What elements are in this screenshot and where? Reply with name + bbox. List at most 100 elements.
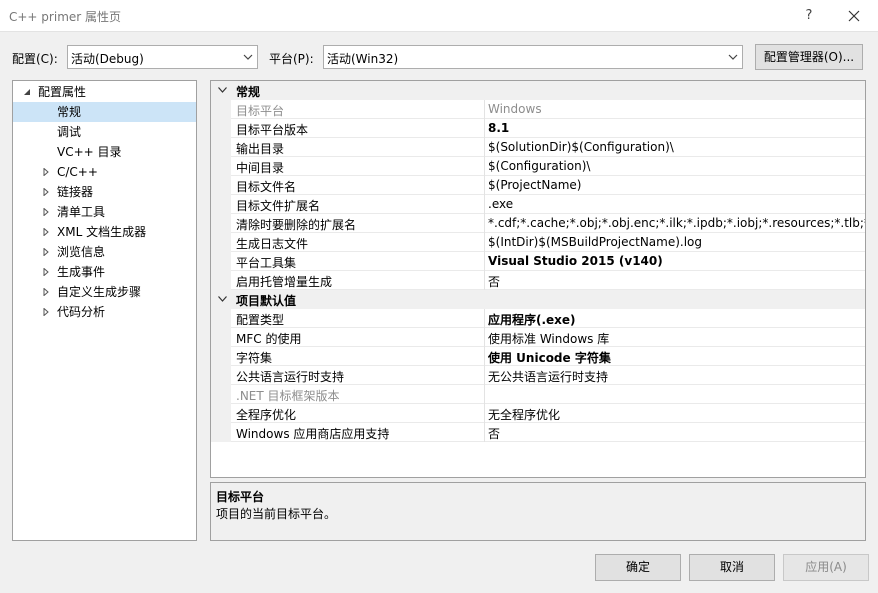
property-value[interactable]: 8.1 — [488, 121, 509, 135]
tree-item[interactable]: 清单工具 — [13, 202, 196, 222]
expand-triangle-icon[interactable] — [42, 242, 52, 262]
property-value[interactable]: $(ProjectName) — [488, 178, 581, 192]
row-gutter — [211, 271, 231, 290]
property-row[interactable]: 输出目录 $(SolutionDir)$(Configuration)\ — [211, 138, 865, 157]
property-value[interactable]: 使用 Unicode 字符集 — [488, 349, 611, 366]
expand-triangle-icon[interactable] — [42, 302, 52, 322]
grid-category-title: 项目默认值 — [236, 294, 297, 308]
property-row[interactable]: 字符集 使用 Unicode 字符集 — [211, 347, 865, 366]
property-name: 字符集 — [236, 351, 273, 365]
platform-dropdown-value: 活动(Win32) — [327, 52, 399, 66]
close-button[interactable] — [840, 5, 868, 27]
property-value[interactable]: 无公共语言运行时支持 — [488, 368, 608, 385]
column-divider — [484, 271, 485, 290]
ok-button[interactable]: 确定 — [595, 554, 681, 581]
property-row[interactable]: 清除时要删除的扩展名 *.cdf;*.cache;*.obj;*.obj.enc;… — [211, 214, 865, 233]
row-gutter — [211, 176, 231, 195]
property-value[interactable]: 使用标准 Windows 库 — [488, 330, 609, 347]
property-name: 目标平台 — [236, 104, 285, 118]
expand-triangle-icon[interactable] — [42, 202, 52, 222]
property-value[interactable]: Windows — [488, 102, 542, 116]
property-name: 启用托管增量生成 — [236, 275, 333, 289]
property-row[interactable]: 目标平台 Windows — [211, 100, 865, 119]
tree-item-label: 调试 — [57, 125, 82, 139]
property-row[interactable]: 中间目录 $(Configuration)\ — [211, 157, 865, 176]
column-divider — [484, 385, 485, 404]
property-row[interactable]: 目标文件名 $(ProjectName) — [211, 176, 865, 195]
tree-item[interactable]: 自定义生成步骤 — [13, 282, 196, 302]
property-value[interactable]: $(IntDir)$(MSBuildProjectName).log — [488, 235, 702, 249]
property-value[interactable]: *.cdf;*.cache;*.obj;*.obj.enc;*.ilk;*.ip… — [488, 216, 865, 230]
tree-root-config-properties[interactable]: 配置属性 — [13, 82, 196, 102]
tree-item[interactable]: 生成事件 — [13, 262, 196, 282]
row-gutter — [211, 309, 231, 328]
property-name: 平台工具集 — [236, 256, 297, 270]
property-row[interactable]: 平台工具集 Visual Studio 2015 (v140) — [211, 252, 865, 271]
expand-triangle-icon[interactable] — [42, 262, 52, 282]
property-row[interactable]: 全程序优化 无全程序优化 — [211, 404, 865, 423]
tree-item-label: XML 文档生成器 — [57, 225, 147, 239]
tree-item-label: VC++ 目录 — [57, 145, 122, 159]
apply-label: 应用(A) — [805, 560, 847, 574]
property-row[interactable]: 目标文件扩展名 .exe — [211, 195, 865, 214]
property-row[interactable]: 配置类型 应用程序(.exe) — [211, 309, 865, 328]
property-value[interactable]: 应用程序(.exe) — [488, 311, 576, 328]
tree-item[interactable]: 常规 — [13, 102, 196, 122]
property-row[interactable]: MFC 的使用 使用标准 Windows 库 — [211, 328, 865, 347]
config-dropdown[interactable]: 活动(Debug) — [67, 45, 258, 69]
description-title: 目标平台 — [216, 490, 265, 504]
tree-item[interactable]: 调试 — [13, 122, 196, 142]
property-row[interactable]: 目标平台版本 8.1 — [211, 119, 865, 138]
tree-item[interactable]: 链接器 — [13, 182, 196, 202]
apply-button[interactable]: 应用(A) — [783, 554, 869, 581]
row-gutter — [211, 233, 231, 252]
property-value[interactable]: 否 — [488, 273, 500, 290]
property-row[interactable]: 生成日志文件 $(IntDir)$(MSBuildProjectName).log — [211, 233, 865, 252]
property-row[interactable]: Windows 应用商店应用支持 否 — [211, 423, 865, 442]
expand-triangle-icon[interactable] — [42, 282, 52, 302]
property-row[interactable]: 公共语言运行时支持 无公共语言运行时支持 — [211, 366, 865, 385]
property-row[interactable]: .NET 目标框架版本 — [211, 385, 865, 404]
tree-item[interactable]: 浏览信息 — [13, 242, 196, 262]
config-label: 配置(C): — [12, 52, 58, 66]
row-gutter — [211, 100, 231, 119]
row-gutter — [211, 214, 231, 233]
tree-item[interactable]: C/C++ — [13, 162, 196, 182]
tree-item-label: 清单工具 — [57, 205, 106, 219]
config-manager-button[interactable]: 配置管理器(O)... — [755, 44, 863, 70]
property-value[interactable]: 否 — [488, 425, 500, 442]
tree-item[interactable]: XML 文档生成器 — [13, 222, 196, 242]
grid-category-title: 常规 — [236, 85, 261, 99]
expand-triangle-icon[interactable] — [42, 222, 52, 242]
platform-dropdown[interactable]: 活动(Win32) — [323, 45, 743, 69]
column-divider — [484, 404, 485, 423]
platform-label: 平台(P): — [269, 52, 314, 66]
grid-category[interactable]: 常规 — [211, 81, 865, 100]
property-value[interactable]: $(Configuration)\ — [488, 159, 590, 173]
grid-category[interactable]: 项目默认值 — [211, 290, 865, 309]
property-name: MFC 的使用 — [236, 332, 302, 346]
property-value[interactable]: .exe — [488, 197, 513, 211]
tree-root-label: 配置属性 — [38, 85, 87, 99]
tree-item-label: 自定义生成步骤 — [57, 285, 142, 299]
collapse-chevron-icon[interactable] — [218, 87, 227, 93]
expand-triangle-icon[interactable] — [42, 162, 52, 182]
property-value[interactable]: 无全程序优化 — [488, 406, 560, 423]
collapse-triangle-icon[interactable] — [22, 82, 32, 102]
row-gutter — [211, 195, 231, 214]
property-value[interactable]: $(SolutionDir)$(Configuration)\ — [488, 140, 674, 154]
description-panel: 目标平台 项目的当前目标平台。 — [210, 482, 866, 541]
property-row[interactable]: 启用托管增量生成 否 — [211, 271, 865, 290]
tree-item[interactable]: VC++ 目录 — [13, 142, 196, 162]
expand-triangle-icon[interactable] — [42, 182, 52, 202]
tree-item[interactable]: 代码分析 — [13, 302, 196, 322]
cancel-button[interactable]: 取消 — [689, 554, 775, 581]
property-name: .NET 目标框架版本 — [236, 389, 340, 403]
row-gutter — [211, 138, 231, 157]
column-divider — [484, 195, 485, 214]
property-value[interactable]: Visual Studio 2015 (v140) — [488, 254, 663, 268]
config-manager-label: 配置管理器(O)... — [763, 50, 855, 64]
help-button[interactable]: ? — [795, 5, 823, 27]
tree-item-label: 浏览信息 — [57, 245, 106, 259]
collapse-chevron-icon[interactable] — [218, 296, 227, 302]
